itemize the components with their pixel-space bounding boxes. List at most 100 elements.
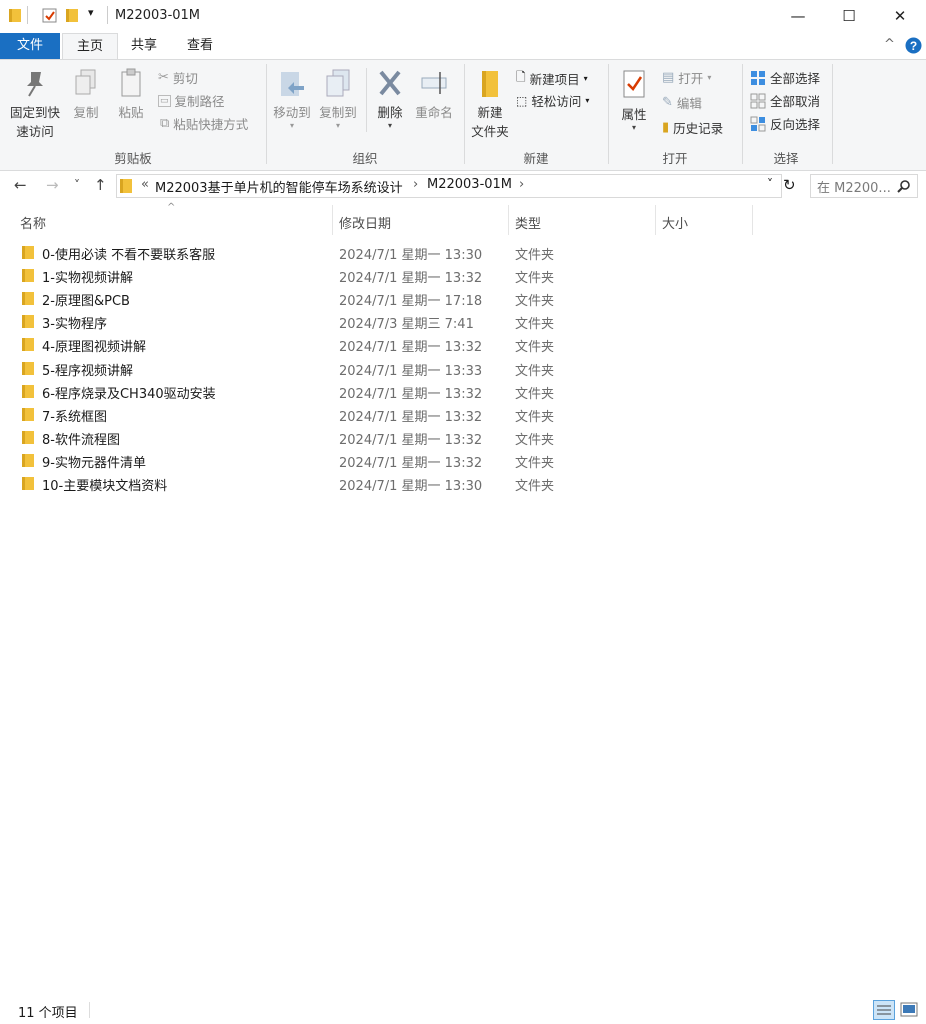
new-item-label: 新建项目: [529, 72, 580, 87]
search-input[interactable]: 在 M2200...: [817, 177, 891, 196]
move-to-button[interactable]: 移动到 ▾: [270, 68, 314, 130]
help-icon[interactable]: ?: [905, 37, 922, 54]
close-button[interactable]: ✕: [877, 0, 923, 32]
copy-path-button[interactable]: ▭ 复制路径: [158, 91, 225, 110]
refresh-button[interactable]: ↻: [783, 176, 796, 194]
up-button[interactable]: ↑: [94, 176, 107, 194]
collapse-ribbon-icon[interactable]: ^: [884, 37, 895, 52]
file-row[interactable]: 1-实物视频讲解 2024/7/1 星期一 13:32 文件夹: [0, 264, 926, 287]
maximize-button[interactable]: ☐: [826, 0, 872, 32]
delete-button[interactable]: 删除 ▾: [370, 68, 410, 130]
select-none-button[interactable]: 全部取消: [750, 91, 820, 110]
rename-button[interactable]: 重命名: [412, 68, 456, 121]
easy-access-icon: ⬚: [516, 93, 528, 108]
back-button[interactable]: ←: [14, 176, 27, 194]
file-date: 2024/7/1 星期一 13:30: [339, 479, 483, 494]
properties-label: 属性: [621, 107, 647, 122]
folder-icon: [22, 384, 34, 398]
file-date: 2024/7/1 星期一 13:32: [339, 455, 483, 471]
open-button[interactable]: ▤ 打开 ▾: [662, 68, 711, 87]
copy-button[interactable]: 复制: [68, 68, 104, 121]
search-icon: [897, 180, 910, 193]
invert-selection-label: 反向选择: [770, 117, 821, 132]
history-button[interactable]: ▮ 历史记录: [662, 118, 723, 137]
column-divider[interactable]: [655, 205, 656, 235]
address-dropdown-icon[interactable]: ˅: [767, 177, 773, 191]
edit-button[interactable]: ✎ 编辑: [662, 93, 702, 112]
file-row[interactable]: 0-使用必读 不看不要联系客服 2024/7/1 星期一 13:30 文件夹: [0, 241, 926, 264]
large-icons-view-icon[interactable]: [900, 1002, 918, 1018]
quick-access-customize-icon[interactable]: ▾: [88, 6, 94, 19]
tab-file[interactable]: 文件: [0, 33, 60, 59]
column-header-size[interactable]: 大小: [662, 213, 688, 232]
select-all-button[interactable]: 全部选择: [750, 68, 820, 87]
search-box[interactable]: 在 M2200...: [810, 174, 918, 198]
properties-quick-icon[interactable]: [42, 8, 57, 23]
file-row[interactable]: 7-系统框图 2024/7/1 星期一 13:32 文件夹: [0, 403, 926, 426]
pin-to-quick-access-button[interactable]: 固定到快 速访问: [4, 68, 66, 140]
pin-label-line2: 速访问: [16, 124, 54, 139]
column-divider[interactable]: [332, 205, 333, 235]
breadcrumb-current[interactable]: M22003-01M: [427, 177, 512, 192]
column-divider[interactable]: [752, 205, 753, 235]
file-type: 文件夹: [515, 294, 555, 310]
folder-icon: [22, 407, 34, 421]
copy-to-button[interactable]: 复制到 ▾: [316, 68, 360, 130]
copy-to-icon: [326, 69, 350, 97]
file-row[interactable]: 2-原理图&PCB 2024/7/1 星期一 17:18 文件夹: [0, 287, 926, 310]
breadcrumb-separator[interactable]: ›: [519, 177, 524, 192]
file-row[interactable]: 5-程序视频讲解 2024/7/1 星期一 13:33 文件夹: [0, 357, 926, 380]
easy-access-label: 轻松访问: [531, 94, 582, 109]
file-date: 2024/7/1 星期一 13:32: [339, 340, 483, 356]
group-label-new: 新建: [523, 151, 549, 166]
folder-icon: [9, 9, 21, 22]
cut-button[interactable]: ✂ 剪切: [158, 68, 198, 87]
breadcrumb-overflow[interactable]: «: [141, 177, 149, 192]
file-type: 文件夹: [515, 363, 555, 379]
column-header-type[interactable]: 类型: [515, 213, 541, 232]
divider: [89, 1002, 90, 1018]
tab-share[interactable]: 共享: [120, 33, 168, 59]
open-icon: ▤: [662, 70, 675, 85]
file-row[interactable]: 3-实物程序 2024/7/3 星期三 7:41 文件夹: [0, 310, 926, 333]
select-none-label: 全部取消: [770, 94, 821, 109]
select-none-icon: [750, 93, 766, 108]
paste-shortcut-button[interactable]: ⧉ 粘贴快捷方式: [160, 114, 248, 133]
ribbon-tabs: 文件 主页 共享 查看 ^ ?: [0, 33, 926, 60]
paste-shortcut-icon: ⧉: [160, 116, 170, 131]
tab-home[interactable]: 主页: [62, 33, 118, 60]
recent-locations-button[interactable]: ˅: [74, 178, 80, 192]
minimize-button[interactable]: —: [775, 0, 821, 32]
new-folder-button[interactable]: 新建 文件夹: [468, 68, 512, 140]
file-row[interactable]: 4-原理图视频讲解 2024/7/1 星期一 13:32 文件夹: [0, 333, 926, 356]
easy-access-button[interactable]: ⬚ 轻松访问 ▾: [516, 91, 589, 110]
file-row[interactable]: 6-程序烧录及CH340驱动安装 2024/7/1 星期一 13:32 文件夹: [0, 380, 926, 403]
column-header-name[interactable]: 名称: [20, 213, 46, 232]
history-icon: ▮: [662, 120, 670, 135]
properties-button[interactable]: 属性 ▾: [614, 68, 654, 132]
column-header-date[interactable]: 修改日期: [339, 213, 391, 232]
group-label-organize: 组织: [352, 151, 378, 166]
rename-icon: [421, 72, 447, 94]
new-folder-quick-icon[interactable]: [66, 8, 78, 22]
address-bar[interactable]: « M22003基于单片机的智能停车场系统设计 › M22003-01M › ˅: [116, 174, 782, 198]
svg-text:?: ?: [910, 39, 917, 53]
tab-view[interactable]: 查看: [176, 33, 224, 59]
group-label-select: 选择: [773, 151, 799, 166]
column-divider[interactable]: [508, 205, 509, 235]
paste-button[interactable]: 粘贴: [112, 68, 150, 121]
new-item-button[interactable]: 🗋 新建项目 ▾: [516, 68, 588, 89]
invert-selection-button[interactable]: 反向选择: [750, 114, 820, 133]
folder-icon: [22, 477, 34, 490]
file-type: 文件夹: [515, 248, 555, 263]
details-view-icon[interactable]: [873, 1000, 895, 1020]
file-row[interactable]: 10-主要模块文档资料 2024/7/1 星期一 13:30 文件夹: [0, 472, 926, 495]
file-name: 10-主要模块文档资料: [42, 479, 168, 494]
file-row[interactable]: 8-软件流程图 2024/7/1 星期一 13:32 文件夹: [0, 426, 926, 449]
file-row[interactable]: 9-实物元器件清单 2024/7/1 星期一 13:32 文件夹: [0, 449, 926, 472]
breadcrumb-parent[interactable]: M22003基于单片机的智能停车场系统设计: [155, 177, 403, 196]
forward-button[interactable]: →: [46, 176, 59, 194]
item-count: 11 个项目: [18, 1006, 78, 1021]
paste-shortcut-label: 粘贴快捷方式: [173, 117, 249, 132]
breadcrumb-separator[interactable]: ›: [413, 177, 418, 192]
